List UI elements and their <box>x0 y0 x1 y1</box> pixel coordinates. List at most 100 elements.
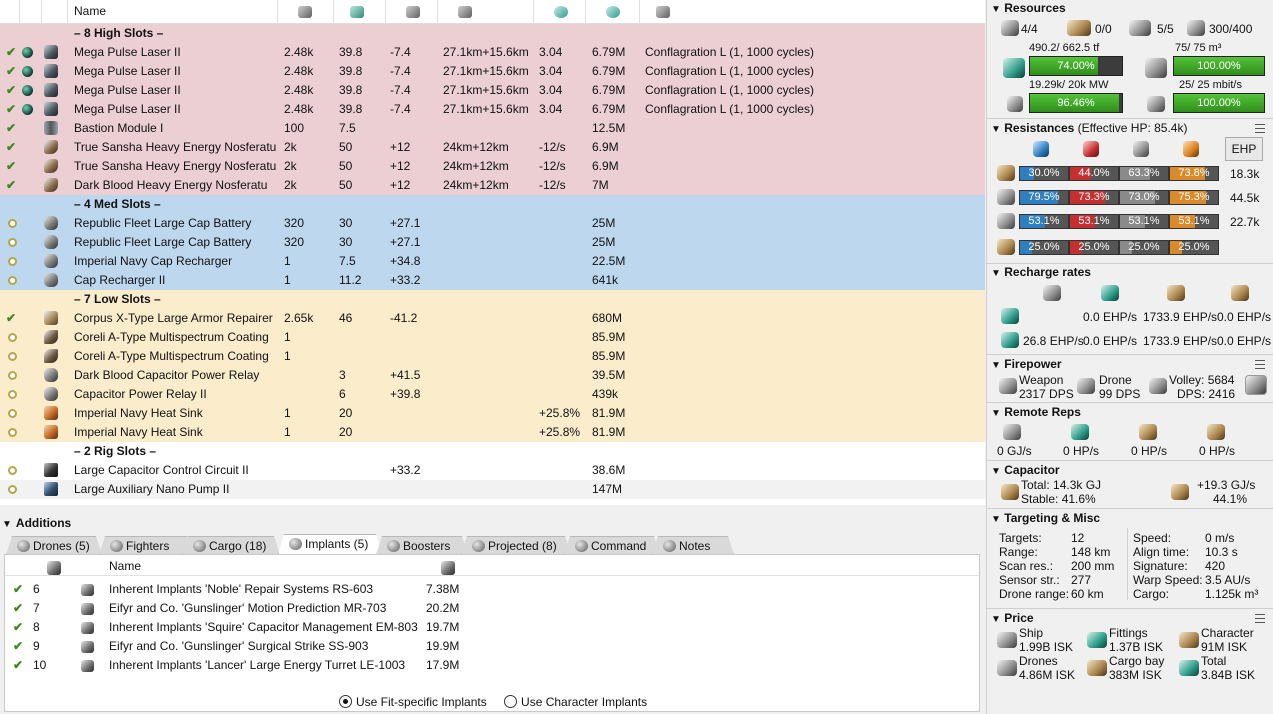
header-price-col[interactable] <box>586 0 640 24</box>
online-state-icon[interactable] <box>6 252 20 272</box>
active-check-icon[interactable]: ✔ <box>6 157 20 176</box>
additions-title[interactable]: ▼ Additions <box>0 514 985 532</box>
price-title[interactable]: ▼ Price <box>991 610 1034 626</box>
active-check-icon[interactable]: ✔ <box>13 580 23 599</box>
implant-row[interactable]: ✔ 6 Inherent Implants 'Noble' Repair Syste… <box>5 580 979 599</box>
firepower-title[interactable]: ▼ Firepower <box>991 356 1062 372</box>
module-name: Imperial Navy Heat Sink <box>74 406 203 420</box>
online-state-icon[interactable] <box>6 366 20 386</box>
online-state-icon[interactable] <box>6 214 20 234</box>
ehp-toggle-button[interactable]: EHP <box>1225 137 1263 161</box>
active-check-icon[interactable]: ✔ <box>6 176 20 195</box>
tab-implants[interactable]: Implants (5) <box>278 534 382 555</box>
tab-drones[interactable]: Drones (5) <box>6 536 102 555</box>
module-row[interactable]: Imperial Navy Heat Sink 1 20 +25.8% 81.9M <box>0 423 985 442</box>
resources-title[interactable]: ▼ Resources <box>991 0 1066 16</box>
online-state-icon[interactable] <box>6 233 20 253</box>
collapse-arrow-icon[interactable]: ▼ <box>991 4 1001 15</box>
resistances-menu-icon[interactable] <box>1255 124 1265 133</box>
implant-name-header[interactable]: Name <box>109 557 141 576</box>
implant-row[interactable]: ✔ 7 Eifyr and Co. 'Gunslinger' Motion Pred… <box>5 599 979 618</box>
price-menu-icon[interactable] <box>1255 614 1265 623</box>
active-check-icon[interactable]: ✔ <box>6 119 20 138</box>
module-row[interactable]: Republic Fleet Large Cap Battery 320 30 +27… <box>0 214 985 233</box>
radio-fit-implants[interactable]: Use Fit-specific Implants <box>339 695 487 709</box>
module-row[interactable]: ✔ True Sansha Heavy Energy Nosferatu 2k 50 +… <box>0 138 985 157</box>
active-check-icon[interactable]: ✔ <box>13 656 23 675</box>
targeting-title[interactable]: ▼ Targeting & Misc <box>991 510 1100 526</box>
slot-column-icon[interactable] <box>47 561 61 575</box>
collapse-arrow-icon[interactable]: ▼ <box>991 614 1001 625</box>
implant-row[interactable]: ✔ 10 Inherent Implants 'Lancer' Large Ener… <box>5 656 979 675</box>
module-row[interactable]: Capacitor Power Relay II 6 +39.8 439k <box>0 385 985 404</box>
header-powergrid-col[interactable] <box>334 0 386 24</box>
capacitor-title[interactable]: ▼ Capacitor <box>991 462 1060 478</box>
implant-row[interactable]: ✔ 9 Eifyr and Co. 'Gunslinger' Surgical St… <box>5 637 979 656</box>
online-state-icon[interactable] <box>6 480 20 500</box>
active-check-icon[interactable]: ✔ <box>6 100 20 119</box>
header-cpu-col[interactable] <box>278 0 334 24</box>
online-state-icon[interactable] <box>6 385 20 405</box>
collapse-arrow-icon[interactable]: ▼ <box>991 124 1001 135</box>
online-state-icon[interactable] <box>6 347 20 367</box>
header-range-col[interactable] <box>438 0 534 24</box>
collapse-arrow-icon[interactable]: ▼ <box>991 514 1001 525</box>
module-row[interactable]: ✔ Corpus X-Type Large Armor Repairer 2.65k… <box>0 309 985 328</box>
recharge-title[interactable]: ▼ Recharge rates <box>991 264 1091 280</box>
radio-character-implants[interactable]: Use Character Implants <box>504 695 647 709</box>
module-row[interactable]: ✔ Mega Pulse Laser II 2.48k 39.8 -7.4 27.1km+… <box>0 81 985 100</box>
active-check-icon[interactable]: ✔ <box>6 309 20 328</box>
tab-notes[interactable]: Notes <box>652 536 734 555</box>
collapse-arrow-icon[interactable]: ▼ <box>2 519 12 530</box>
header-charge-col[interactable] <box>20 0 42 24</box>
header-icon-col[interactable] <box>42 0 68 24</box>
collapse-arrow-icon[interactable]: ▼ <box>991 268 1001 279</box>
collapse-arrow-icon[interactable]: ▼ <box>991 360 1001 371</box>
module-row[interactable]: Cap Recharger II 1 11.2 +33.2 641k <box>0 271 985 290</box>
tab-fighters[interactable]: Fighters <box>99 536 193 555</box>
module-row[interactable]: Dark Blood Capacitor Power Relay 3 +41.5 39… <box>0 366 985 385</box>
active-check-icon[interactable]: ✔ <box>6 81 20 100</box>
tab-cargo[interactable]: Cargo (18) <box>182 536 280 555</box>
firepower-menu-icon[interactable] <box>1255 360 1265 369</box>
online-state-icon[interactable] <box>6 461 20 481</box>
module-row[interactable]: Large Capacitor Control Circuit II +33.2 3… <box>0 461 985 480</box>
price-column-icon[interactable] <box>441 561 455 575</box>
online-state-icon[interactable] <box>6 271 20 291</box>
tab-projected[interactable]: Projected (8) <box>461 536 571 555</box>
module-row[interactable]: Large Auxiliary Nano Pump II 147M <box>0 480 985 499</box>
module-row[interactable]: ✔ Mega Pulse Laser II 2.48k 39.8 -7.4 27.1km+… <box>0 100 985 119</box>
online-state-icon[interactable] <box>6 404 20 424</box>
module-row[interactable]: ✔ True Sansha Heavy Energy Nosferatu 2k 50 +… <box>0 157 985 176</box>
module-row[interactable]: Imperial Navy Cap Recharger 1 7.5 +34.8 22.5… <box>0 252 985 271</box>
active-check-icon[interactable]: ✔ <box>13 599 23 618</box>
active-check-icon[interactable]: ✔ <box>6 62 20 81</box>
header-name[interactable]: Name <box>68 0 278 24</box>
header-state-col[interactable] <box>0 0 20 24</box>
active-check-icon[interactable]: ✔ <box>6 43 20 62</box>
active-check-icon[interactable]: ✔ <box>13 637 23 656</box>
implant-row[interactable]: ✔ 8 Inherent Implants 'Squire' Capacitor M… <box>5 618 979 637</box>
collapse-arrow-icon[interactable]: ▼ <box>991 466 1001 477</box>
header-capacitor-col[interactable] <box>386 0 438 24</box>
collapse-arrow-icon[interactable]: ▼ <box>991 408 1001 419</box>
online-state-icon[interactable] <box>6 328 20 348</box>
module-row[interactable]: ✔ Mega Pulse Laser II 2.48k 39.8 -7.4 27.1km+… <box>0 62 985 81</box>
toggle-reload-icon[interactable] <box>1245 375 1267 395</box>
module-row[interactable]: Coreli A-Type Multispectrum Coating 1 85.9… <box>0 347 985 366</box>
module-row[interactable]: ✔ Mega Pulse Laser II 2.48k 39.8 -7.4 27.1km+… <box>0 43 985 62</box>
header-ammo-col[interactable] <box>640 0 985 24</box>
module-row[interactable]: ✔ Dark Blood Heavy Energy Nosferatu 2k 50 +1… <box>0 176 985 195</box>
resistances-title[interactable]: ▼ Resistances (Effective HP: 85.4k) <box>991 120 1187 136</box>
tab-command[interactable]: Command <box>564 536 660 555</box>
module-row[interactable]: Coreli A-Type Multispectrum Coating 1 85.9… <box>0 328 985 347</box>
remote-reps-title[interactable]: ▼ Remote Reps <box>991 404 1081 420</box>
module-row[interactable]: Republic Fleet Large Cap Battery 320 30 +27… <box>0 233 985 252</box>
tab-boosters[interactable]: Boosters <box>376 536 468 555</box>
header-damage-col[interactable] <box>534 0 586 24</box>
active-check-icon[interactable]: ✔ <box>13 618 23 637</box>
module-row[interactable]: ✔ Bastion Module I 100 7.5 12.5M <box>0 119 985 138</box>
online-state-icon[interactable] <box>6 423 20 443</box>
active-check-icon[interactable]: ✔ <box>6 138 20 157</box>
module-row[interactable]: Imperial Navy Heat Sink 1 20 +25.8% 81.9M <box>0 404 985 423</box>
